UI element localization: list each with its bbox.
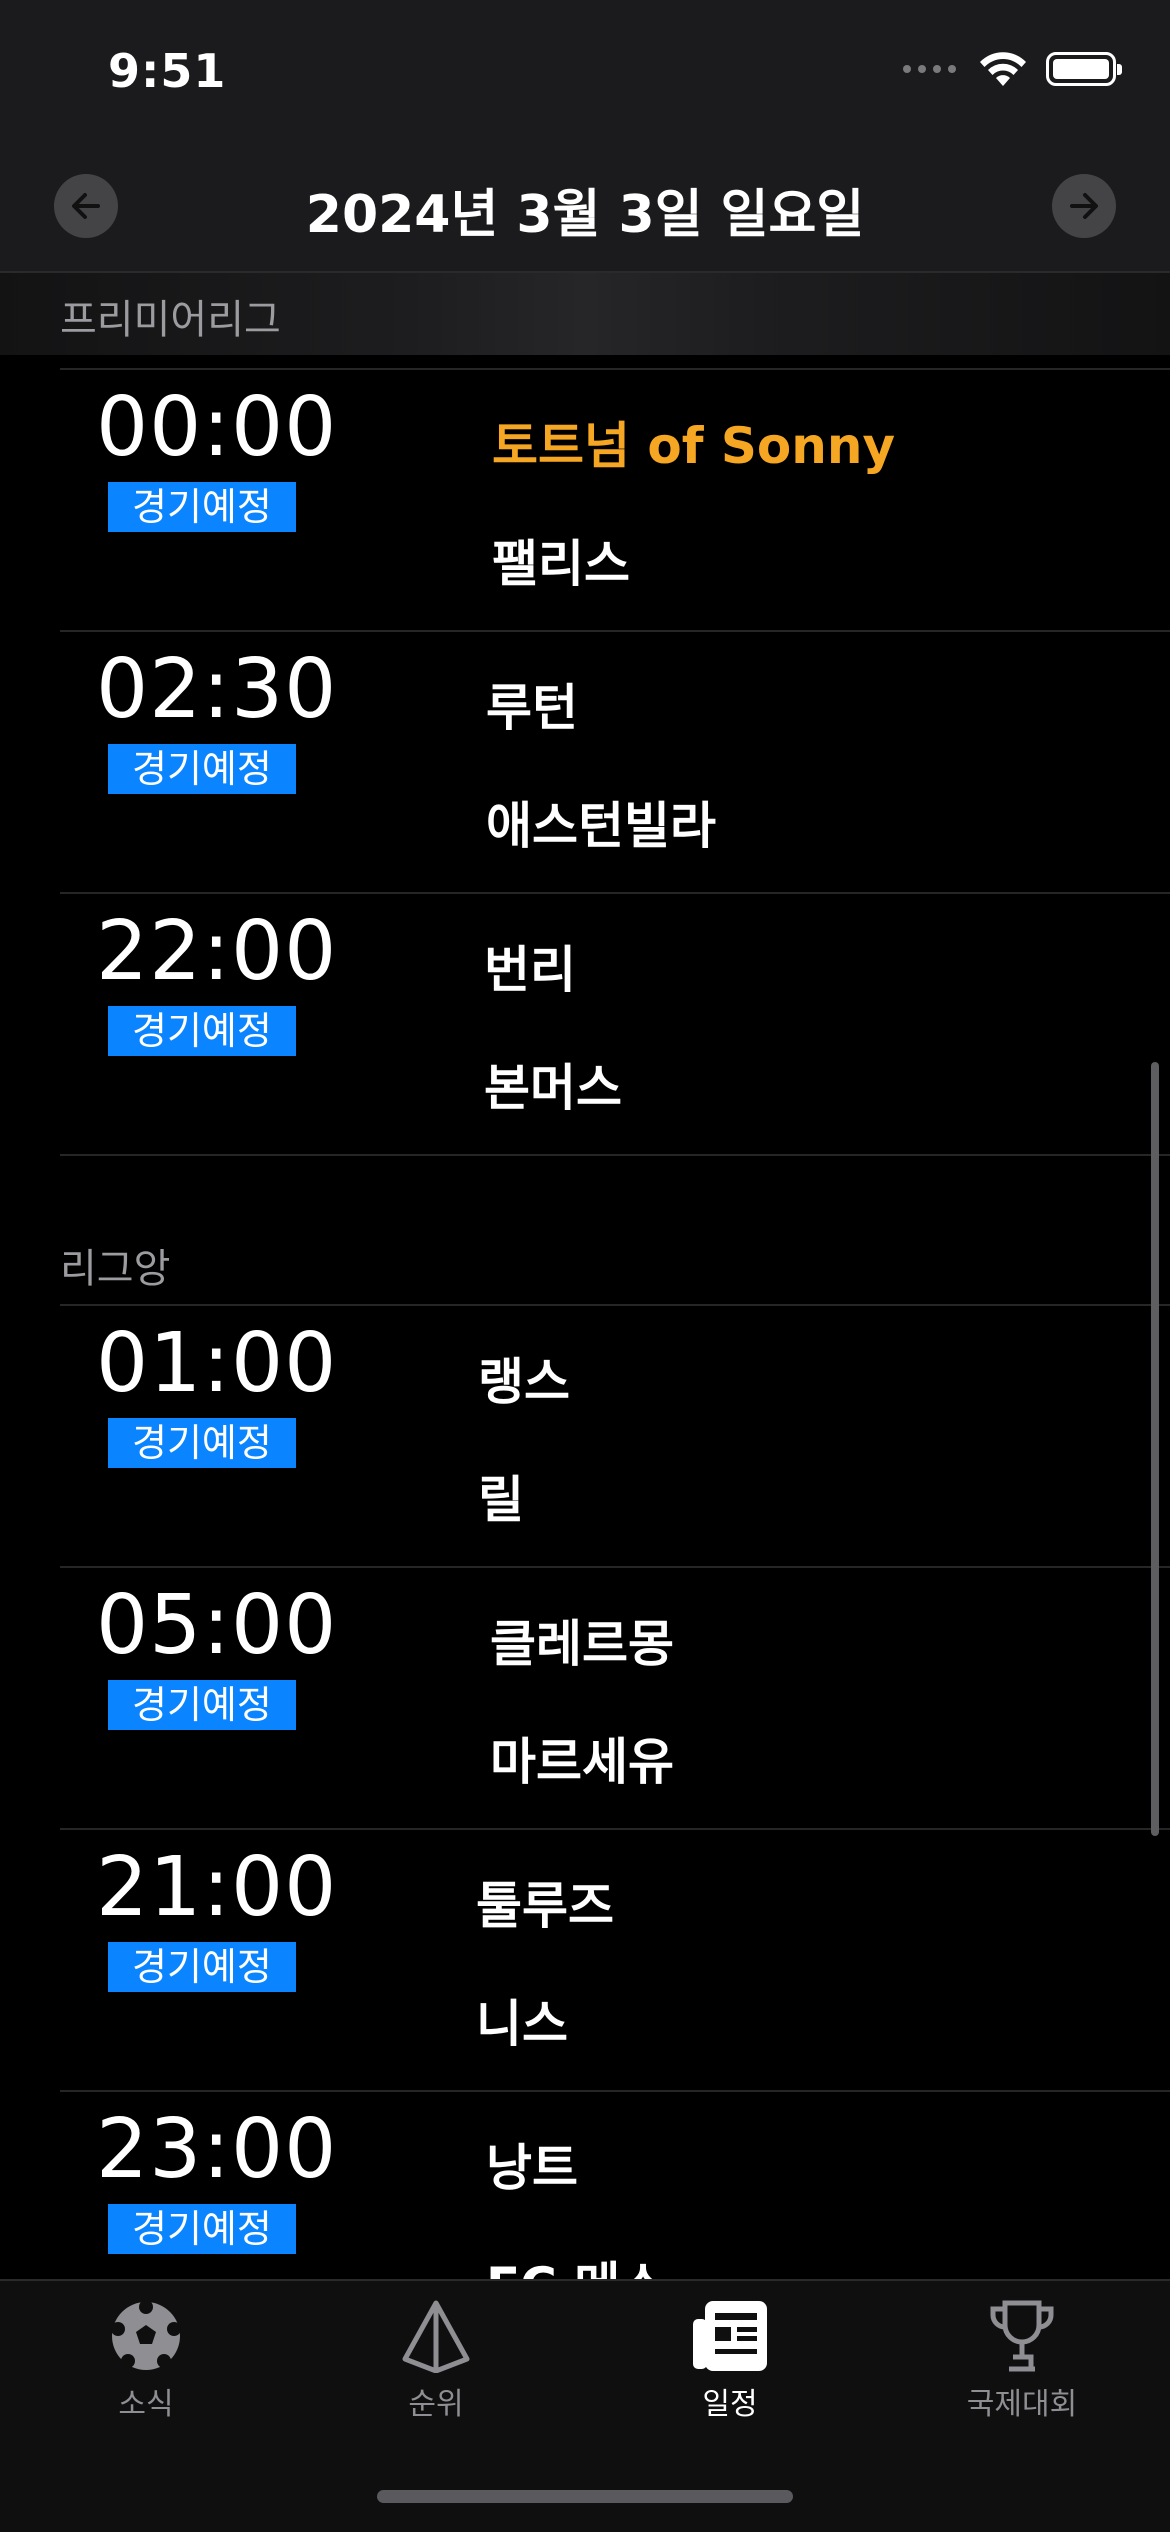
divider	[60, 1154, 1170, 1156]
schedule-screen: 9:51 2024년 3월 3일 일요일 프리미어리그 00:00 경기예정 토…	[0, 0, 1170, 2532]
match-time: 21:00	[96, 1840, 338, 1935]
match-row[interactable]: 02:30 경기예정 루턴 애스턴빌라	[0, 632, 1170, 894]
tab-label: 일정	[702, 2387, 758, 2422]
match-time: 05:00	[96, 1578, 338, 1673]
tab-international[interactable]: 국제대회	[922, 2299, 1122, 2423]
tab-label: 국제대회	[966, 2387, 1078, 2422]
home-indicator[interactable]	[377, 2490, 793, 2503]
trophy-icon	[990, 2300, 1054, 2372]
home-team: 번리	[484, 941, 576, 999]
match-time: 23:00	[96, 2102, 338, 2197]
soccer-ball-icon	[111, 2300, 181, 2370]
away-team: 니스	[476, 1995, 568, 2053]
tab-schedule[interactable]: 일정	[630, 2299, 830, 2423]
match-status-badge: 경기예정	[108, 1680, 296, 1730]
match-row[interactable]: 00:00 경기예정 토트넘 of Sonny 팰리스	[0, 370, 1170, 632]
tab-label: 순위	[408, 2387, 464, 2422]
away-team: 마르세유	[490, 1733, 674, 1791]
away-team: 애스턴빌라	[486, 797, 716, 855]
home-team: 랭스	[478, 1353, 570, 1411]
match-status-badge: 경기예정	[108, 744, 296, 794]
home-team: 루턴	[486, 679, 578, 737]
pyramid-icon	[402, 2300, 470, 2373]
cellular-signal-icon	[903, 65, 956, 73]
section-header-premier-league: 프리미어리그	[0, 273, 1170, 355]
match-status-badge: 경기예정	[108, 1418, 296, 1468]
away-team: 팰리스	[492, 535, 630, 593]
section-title: 리그앙	[60, 1246, 171, 1292]
match-time: 01:00	[96, 1316, 338, 1411]
match-status-badge: 경기예정	[108, 2204, 296, 2254]
match-status-badge: 경기예정	[108, 1006, 296, 1056]
status-icons	[903, 50, 1122, 88]
tab-label: 소식	[118, 2387, 174, 2422]
home-team: 툴루즈	[476, 1877, 614, 1935]
next-day-button[interactable]	[1052, 174, 1116, 238]
top-bar: 9:51 2024년 3월 3일 일요일	[0, 0, 1170, 273]
match-row[interactable]: 22:00 경기예정 번리 본머스	[0, 894, 1170, 1156]
tab-news[interactable]: 소식	[46, 2299, 246, 2423]
home-team: 낭트	[486, 2139, 578, 2197]
section-title: 프리미어리그	[60, 297, 281, 343]
match-row[interactable]: 05:00 경기예정 클레르몽 마르세유	[0, 1568, 1170, 1830]
home-team: 토트넘 of Sonny	[492, 417, 896, 475]
match-status-badge: 경기예정	[108, 1942, 296, 1992]
match-time: 22:00	[96, 904, 338, 999]
scrollbar[interactable]	[1151, 1062, 1159, 1836]
match-row[interactable]: 21:00 경기예정 툴루즈 니스	[0, 1830, 1170, 2092]
home-team: 클레르몽	[490, 1615, 674, 1673]
away-team: 릴	[478, 1471, 524, 1529]
match-row[interactable]: 01:00 경기예정 랭스 릴	[0, 1306, 1170, 1568]
match-time: 00:00	[96, 380, 338, 475]
match-time: 02:30	[96, 642, 338, 737]
wifi-icon	[980, 52, 1026, 86]
arrow-right-icon	[1070, 193, 1098, 219]
away-team: 본머스	[484, 1059, 622, 1117]
date-title: 2024년 3월 3일 일요일	[305, 185, 865, 245]
tab-standings[interactable]: 순위	[336, 2299, 536, 2423]
status-time: 9:51	[108, 44, 227, 98]
newspaper-icon	[693, 2301, 767, 2371]
battery-icon	[1046, 52, 1122, 86]
match-status-badge: 경기예정	[108, 482, 296, 532]
